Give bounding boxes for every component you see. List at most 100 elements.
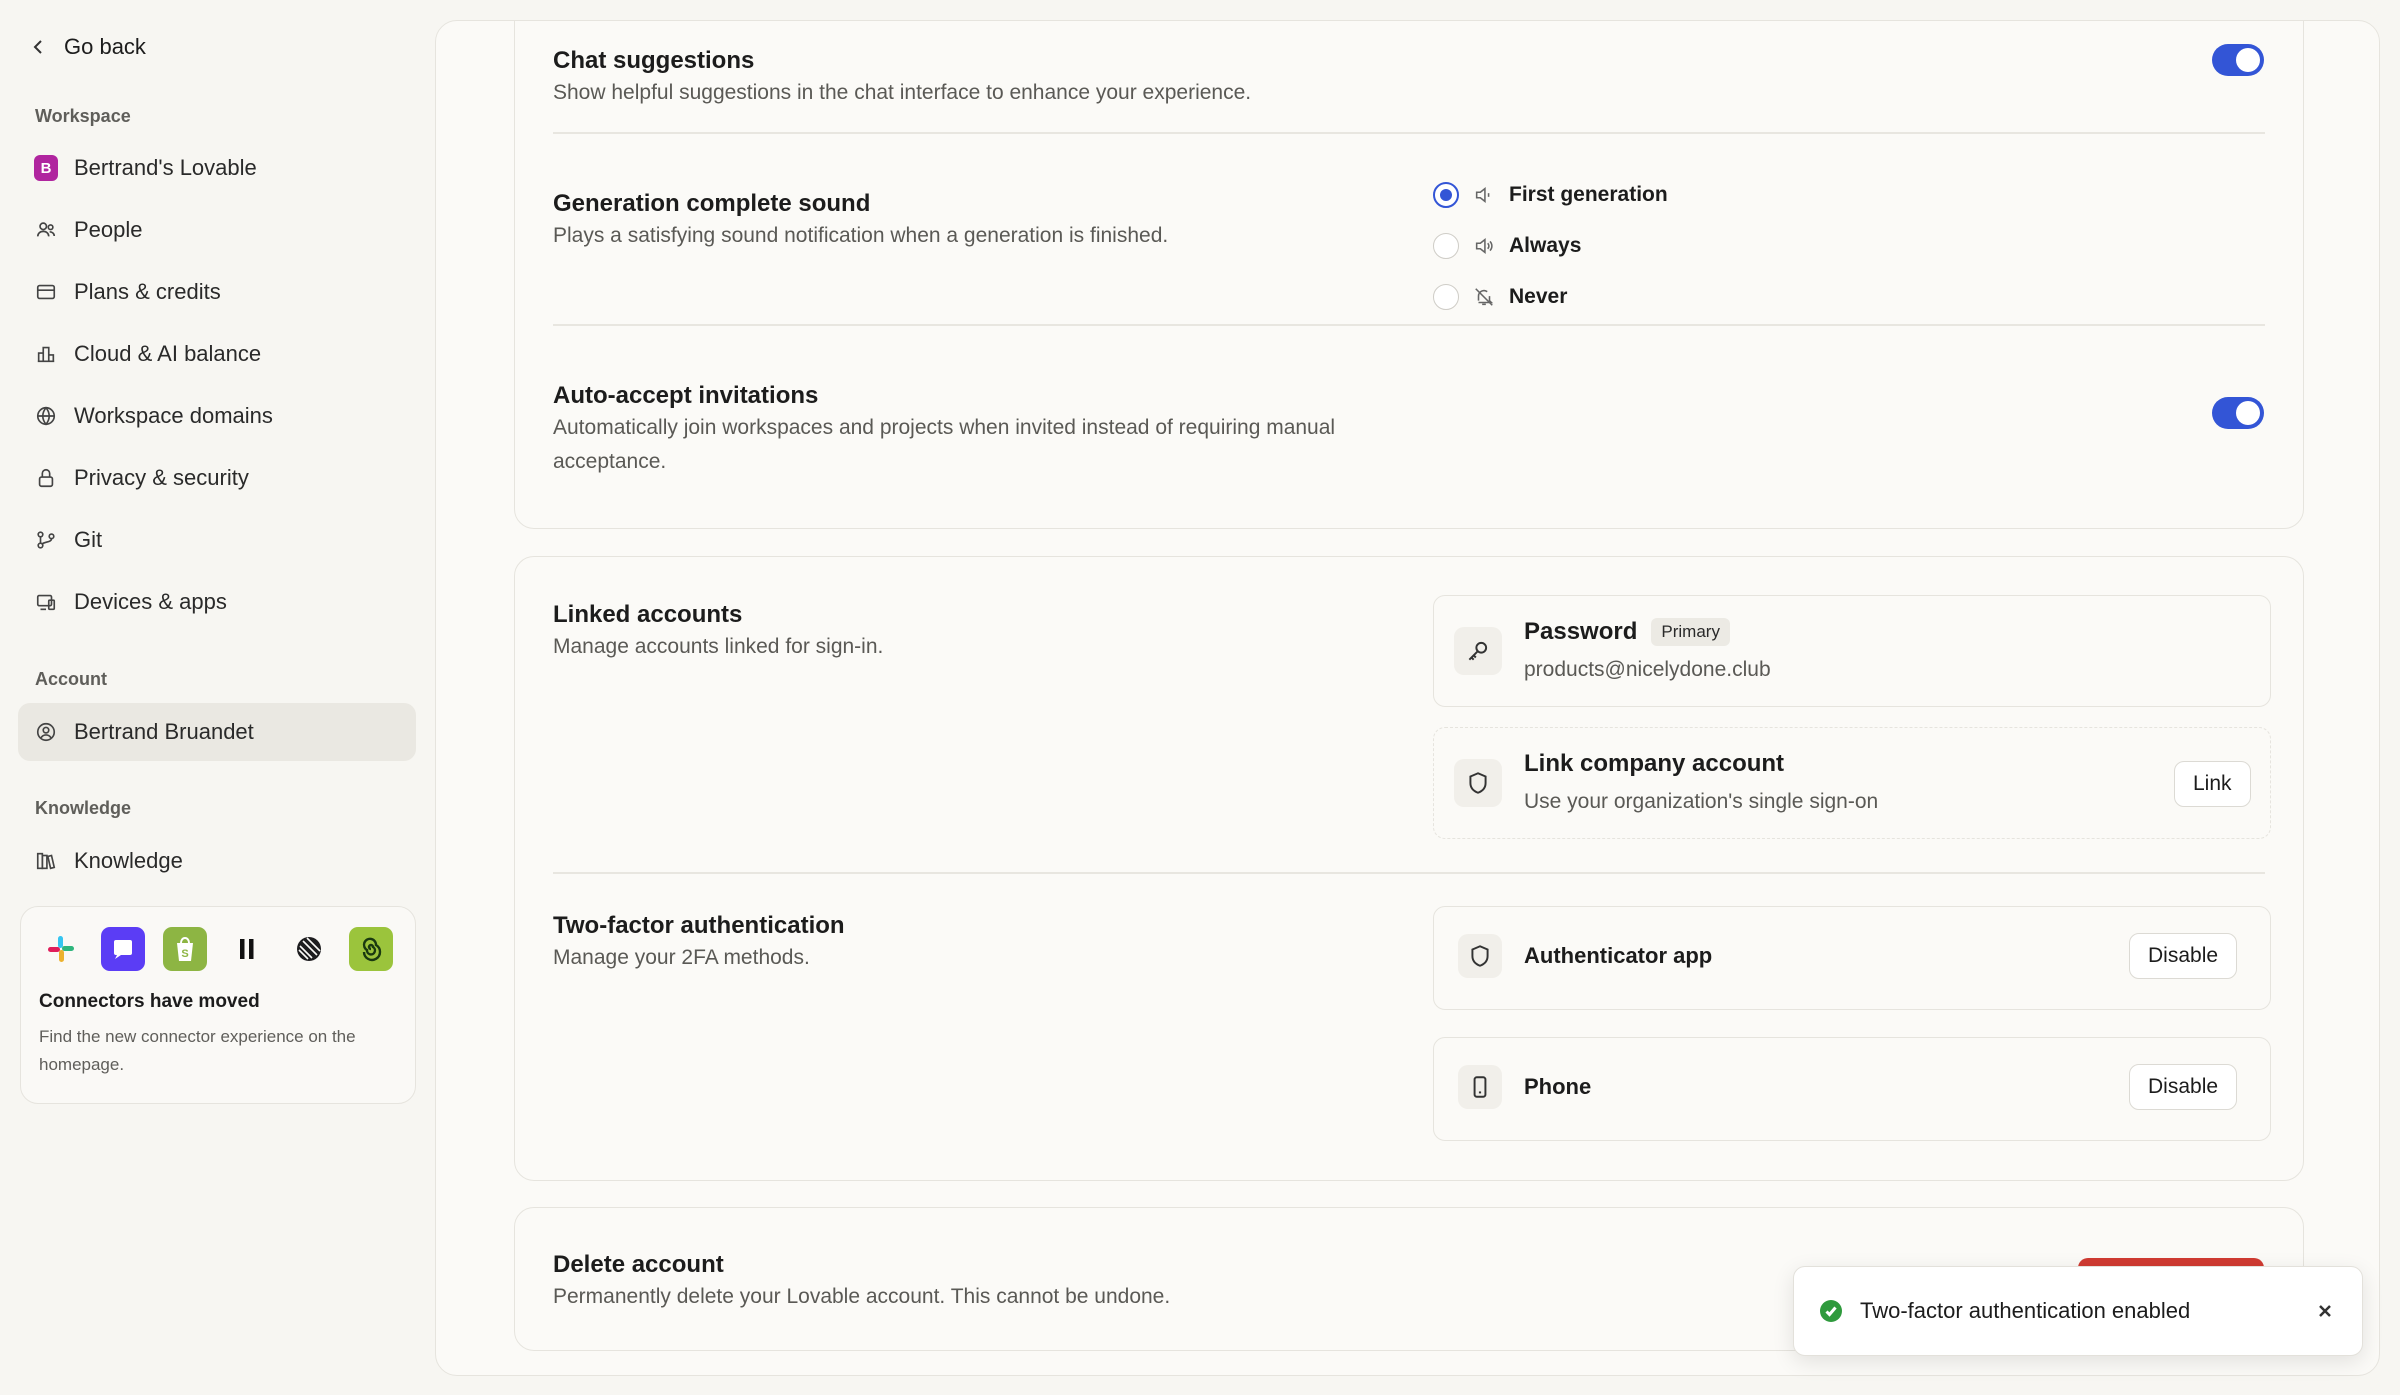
sidebar-item-label: Bertrand Bruandet xyxy=(74,719,254,744)
sidebar-item-label: Bertrand's Lovable xyxy=(74,155,257,180)
connector-icons: S xyxy=(39,927,397,971)
disable-authenticator-button[interactable]: Disable xyxy=(2129,933,2238,979)
settings-panel: Chat suggestions Show helpful suggestion… xyxy=(435,20,2380,1376)
git-icon xyxy=(34,528,58,552)
connectors-card[interactable]: S Connectors have moved Find the new con… xyxy=(20,906,416,1104)
option-label: Always xyxy=(1509,234,1582,257)
sidebar-item-label: Devices & apps xyxy=(74,589,227,614)
generation-sound-title: Generation complete sound xyxy=(553,190,871,217)
phone-label: Phone xyxy=(1524,1074,1592,1099)
sidebar-item-label: Git xyxy=(74,527,103,552)
slack-icon xyxy=(39,927,83,971)
bell-off-icon xyxy=(1475,288,1494,306)
sidebar-item-knowledge[interactable]: Knowledge xyxy=(18,832,416,890)
company-account-row: Link company account Use your organizati… xyxy=(1433,727,2271,839)
linked-accounts-title: Linked accounts xyxy=(553,601,743,628)
chevron-left-icon xyxy=(33,40,42,54)
option-label: First generation xyxy=(1509,183,1668,206)
link-company-button[interactable]: Link xyxy=(2174,761,2251,807)
bar-chart-icon xyxy=(34,342,58,366)
books-icon xyxy=(34,849,58,873)
sidebar-item-label: Cloud & AI balance xyxy=(74,341,262,366)
shield-icon xyxy=(1454,759,1502,807)
security-card: Linked accounts Manage accounts linked f… xyxy=(514,556,2304,1181)
sidebar-item-label: Plans & credits xyxy=(74,279,221,304)
svg-text:S: S xyxy=(181,948,188,960)
authenticator-app-row: Authenticator app Disable xyxy=(1433,906,2271,1010)
spiral-app-icon xyxy=(349,927,393,971)
auto-accept-title: Auto-accept invitations xyxy=(553,382,819,409)
sound-option-always[interactable]: Always xyxy=(1433,233,1581,259)
speaker-high-icon xyxy=(1475,237,1493,255)
sidebar: Go back Workspace B Bertrand's Lovable P… xyxy=(0,0,435,1395)
sidebar-item-label: Knowledge xyxy=(74,848,183,873)
pause-bars-icon xyxy=(225,927,269,971)
chat-suggestions-title: Chat suggestions xyxy=(553,47,755,74)
sound-option-first-generation[interactable]: First generation xyxy=(1433,182,1668,208)
disable-phone-button[interactable]: Disable xyxy=(2129,1064,2238,1110)
check-circle-icon xyxy=(1820,1300,1842,1322)
sidebar-item-git[interactable]: Git xyxy=(18,511,416,569)
password-title: Password xyxy=(1524,618,1638,645)
radio-checked[interactable] xyxy=(1433,182,1459,208)
people-icon xyxy=(34,218,58,242)
workspace-section-label: Workspace xyxy=(35,106,131,126)
go-back-label: Go back xyxy=(64,34,146,59)
shopify-icon: S xyxy=(163,927,207,971)
phone-icon xyxy=(1458,1065,1502,1109)
generation-sound-description: Plays a satisfying sound notification wh… xyxy=(553,224,1169,247)
sidebar-item-devices-apps[interactable]: Devices & apps xyxy=(18,573,416,631)
go-back-link[interactable]: Go back xyxy=(30,34,146,60)
chat-suggestions-toggle[interactable] xyxy=(2212,44,2264,76)
chat-app-icon xyxy=(101,927,145,971)
auto-accept-description: Automatically join workspaces and projec… xyxy=(553,416,1336,473)
linked-accounts-description: Manage accounts linked for sign-in. xyxy=(553,635,884,658)
user-circle-icon xyxy=(34,720,58,744)
radio-unchecked[interactable] xyxy=(1433,284,1459,310)
sidebar-item-workspace-domains[interactable]: Workspace domains xyxy=(18,387,416,445)
delete-account-description: Permanently delete your Lovable account.… xyxy=(553,1285,1171,1308)
company-account-description: Use your organization's single sign-on xyxy=(1524,790,1879,813)
key-icon xyxy=(1454,627,1502,675)
divider xyxy=(553,132,2265,134)
two-factor-description: Manage your 2FA methods. xyxy=(553,946,810,969)
workspace-badge: B xyxy=(34,155,58,181)
two-factor-title: Two-factor authentication xyxy=(553,912,845,939)
globe-icon xyxy=(34,404,58,428)
sidebar-item-account[interactable]: Bertrand Bruandet xyxy=(18,703,416,761)
auto-accept-toggle[interactable] xyxy=(2212,397,2264,429)
sidebar-item-label: People xyxy=(74,217,143,242)
divider xyxy=(553,324,2265,326)
credit-card-icon xyxy=(34,280,58,304)
sidebar-item-label: Privacy & security xyxy=(74,465,249,490)
close-icon[interactable] xyxy=(2314,1300,2336,1322)
sidebar-item-cloud-balance[interactable]: Cloud & AI balance xyxy=(18,325,416,383)
option-label: Never xyxy=(1509,285,1568,308)
divider xyxy=(553,872,2265,874)
authenticator-app-label: Authenticator app xyxy=(1524,943,1713,968)
chat-suggestions-description: Show helpful suggestions in the chat int… xyxy=(553,81,1252,104)
delete-account-title: Delete account xyxy=(553,1251,724,1278)
primary-badge: Primary xyxy=(1651,618,1730,646)
company-account-title: Link company account xyxy=(1524,750,1785,777)
password-account-row: Password Primary products@nicelydone.clu… xyxy=(1433,595,2271,707)
phone-row: Phone Disable xyxy=(1433,1037,2271,1141)
lock-icon xyxy=(34,466,58,490)
preferences-card: Chat suggestions Show helpful suggestion… xyxy=(514,21,2304,529)
toast-notification: Two-factor authentication enabled xyxy=(1793,1266,2363,1356)
connectors-title: Connectors have moved xyxy=(39,991,260,1012)
sidebar-item-plans[interactable]: Plans & credits xyxy=(18,263,416,321)
linear-icon xyxy=(287,927,331,971)
account-section-label: Account xyxy=(35,669,107,689)
knowledge-section-label: Knowledge xyxy=(35,798,132,818)
sidebar-item-workspace[interactable]: B Bertrand's Lovable xyxy=(18,139,416,197)
devices-icon xyxy=(34,590,58,614)
sidebar-item-label: Workspace domains xyxy=(74,403,273,428)
sidebar-item-people[interactable]: People xyxy=(18,201,416,259)
sound-option-never[interactable]: Never xyxy=(1433,284,1567,310)
radio-unchecked[interactable] xyxy=(1433,233,1459,259)
shield-icon xyxy=(1458,934,1502,978)
toast-message: Two-factor authentication enabled xyxy=(1860,1298,2191,1323)
sidebar-item-privacy-security[interactable]: Privacy & security xyxy=(18,449,416,507)
connectors-description: Find the new connector experience on the… xyxy=(39,1027,356,1074)
